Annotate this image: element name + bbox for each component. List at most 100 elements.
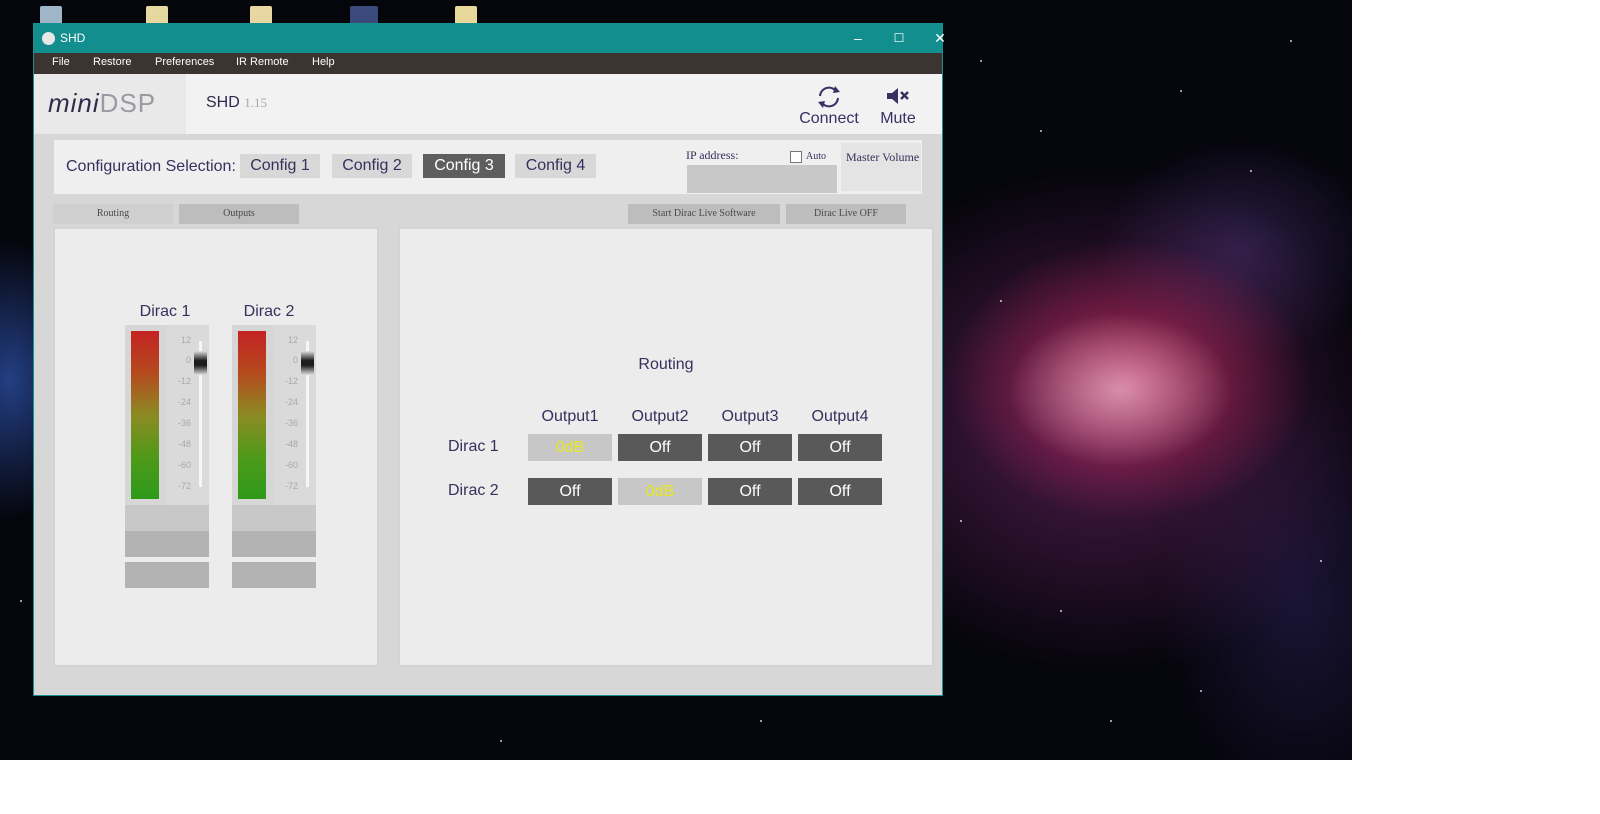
recycle-bin-icon[interactable] <box>40 6 62 26</box>
channel-2-slot-3[interactable] <box>232 562 316 588</box>
scale-tick: 12 <box>287 335 298 345</box>
scale-tick: -48 <box>284 439 298 449</box>
scale-tick: -60 <box>284 460 298 470</box>
menu-preferences[interactable]: Preferences <box>155 56 214 68</box>
config-4-button[interactable]: Config 4 <box>515 154 596 178</box>
logo-area: miniDSP <box>34 74 186 134</box>
star <box>1290 40 1292 42</box>
routing-cell[interactable]: 0dB <box>618 478 702 505</box>
scale-tick: -24 <box>284 397 298 407</box>
mute-label: Mute <box>880 110 916 127</box>
star <box>1200 690 1202 692</box>
routing-cell[interactable]: Off <box>528 478 612 505</box>
channel-1-name: Dirac 1 <box>139 303 191 320</box>
star <box>960 520 962 522</box>
mute-button[interactable]: Mute <box>868 84 928 128</box>
title-bar[interactable]: SHD – ☐ ✕ <box>34 24 946 53</box>
desktop-file-icon[interactable] <box>250 6 272 26</box>
routing-cell[interactable]: 0dB <box>528 434 612 461</box>
config-3-button[interactable]: Config 3 <box>423 154 505 178</box>
star <box>760 720 762 722</box>
channel-1-slot-3[interactable] <box>125 562 209 588</box>
level-meter-bar <box>131 331 159 499</box>
desktop-file-icon[interactable] <box>146 6 168 26</box>
scale-tick: -12 <box>177 376 191 386</box>
menu-ir-remote[interactable]: IR Remote <box>236 56 289 68</box>
routing-cell[interactable]: Off <box>618 434 702 461</box>
logo-dsp: DSP <box>99 88 157 118</box>
routing-cell[interactable]: Off <box>708 434 792 461</box>
window-title: SHD <box>60 31 86 45</box>
scale-tick: -12 <box>284 376 298 386</box>
channel-2-slot-1[interactable] <box>232 505 316 531</box>
scale-tick: 0 <box>292 355 298 365</box>
config-2-button[interactable]: Config 2 <box>332 154 412 178</box>
dirac-live-status-button[interactable]: Dirac Live OFF <box>786 204 906 224</box>
tab-outputs[interactable]: Outputs <box>179 204 299 224</box>
scale-tick: 0 <box>185 355 191 365</box>
auto-checkbox[interactable] <box>790 151 802 163</box>
configuration-label: Configuration Selection: <box>66 158 236 175</box>
meter-scale: 12 0 -12 -24 -36 -48 -60 -72 <box>167 325 209 505</box>
channel-2-slot-2[interactable] <box>232 531 316 557</box>
app-icon <box>42 32 55 45</box>
master-volume-label: Master Volume <box>846 150 920 164</box>
tab-routing[interactable]: Routing <box>53 204 173 224</box>
maximize-button[interactable]: ☐ <box>879 24 919 53</box>
routing-cell[interactable]: Off <box>798 478 882 505</box>
connect-button[interactable]: Connect <box>794 84 864 128</box>
output-3-header: Output3 <box>721 408 779 425</box>
level-meter: 12 0 -12 -24 -36 -48 -60 -72 <box>232 325 316 505</box>
desktop-file-icon[interactable] <box>455 6 477 26</box>
routing-cell[interactable]: Off <box>798 434 882 461</box>
scale-tick: -36 <box>177 418 191 428</box>
fader-handle[interactable] <box>194 351 207 375</box>
output-1-header: Output1 <box>541 408 599 425</box>
level-meter: 12 0 -12 -24 -36 -48 -60 -72 <box>125 325 209 505</box>
connect-label: Connect <box>799 110 859 127</box>
scale-tick: -60 <box>177 460 191 470</box>
scale-tick: -36 <box>284 418 298 428</box>
app-header: miniDSP SHD 1.15 Connect Mute <box>34 74 942 134</box>
output-4-header: Output4 <box>811 408 869 425</box>
menu-file[interactable]: File <box>52 56 70 68</box>
star <box>980 60 982 62</box>
ip-address-input[interactable] <box>687 165 837 193</box>
channel-2-name: Dirac 2 <box>243 303 295 320</box>
master-volume-box[interactable]: Master Volume <box>841 143 921 191</box>
scale-tick: -48 <box>177 439 191 449</box>
scale-tick: -72 <box>177 481 191 491</box>
fader-handle[interactable] <box>301 351 314 375</box>
version-label: 1.15 <box>244 95 267 110</box>
minidsp-logo: miniDSP <box>48 88 156 119</box>
routing-cell[interactable]: Off <box>708 478 792 505</box>
scale-tick: -24 <box>177 397 191 407</box>
star <box>1040 130 1042 132</box>
menu-bar: File Restore Preferences IR Remote Help <box>34 53 942 74</box>
configuration-panel: Configuration Selection: Config 1 Config… <box>54 140 922 194</box>
meter-scale: 12 0 -12 -24 -36 -48 -60 -72 <box>274 325 316 505</box>
minimize-button[interactable]: – <box>838 24 878 53</box>
scale-tick: -72 <box>284 481 298 491</box>
routing-row-label: Dirac 1 <box>448 438 499 455</box>
routing-title: Routing <box>638 356 694 373</box>
star <box>1320 560 1322 562</box>
channel-1-slot-1[interactable] <box>125 505 209 531</box>
config-1-button[interactable]: Config 1 <box>240 154 320 178</box>
menu-help[interactable]: Help <box>312 56 335 68</box>
product-name: SHD 1.15 <box>206 94 267 112</box>
star <box>1250 170 1252 172</box>
star <box>500 740 502 742</box>
start-dirac-button[interactable]: Start Dirac Live Software <box>628 204 780 224</box>
scale-tick: 12 <box>180 335 191 345</box>
output-2-header: Output2 <box>631 408 689 425</box>
channel-1-slot-2[interactable] <box>125 531 209 557</box>
star <box>1000 300 1002 302</box>
close-button[interactable]: ✕ <box>920 24 960 53</box>
menu-restore[interactable]: Restore <box>93 56 132 68</box>
app-window: SHD – ☐ ✕ File Restore Preferences IR Re… <box>34 24 946 695</box>
level-meter-bar <box>238 331 266 499</box>
speaker-mute-icon <box>868 84 928 110</box>
desktop-file-icon[interactable] <box>350 6 378 26</box>
product-label: SHD <box>206 94 240 111</box>
